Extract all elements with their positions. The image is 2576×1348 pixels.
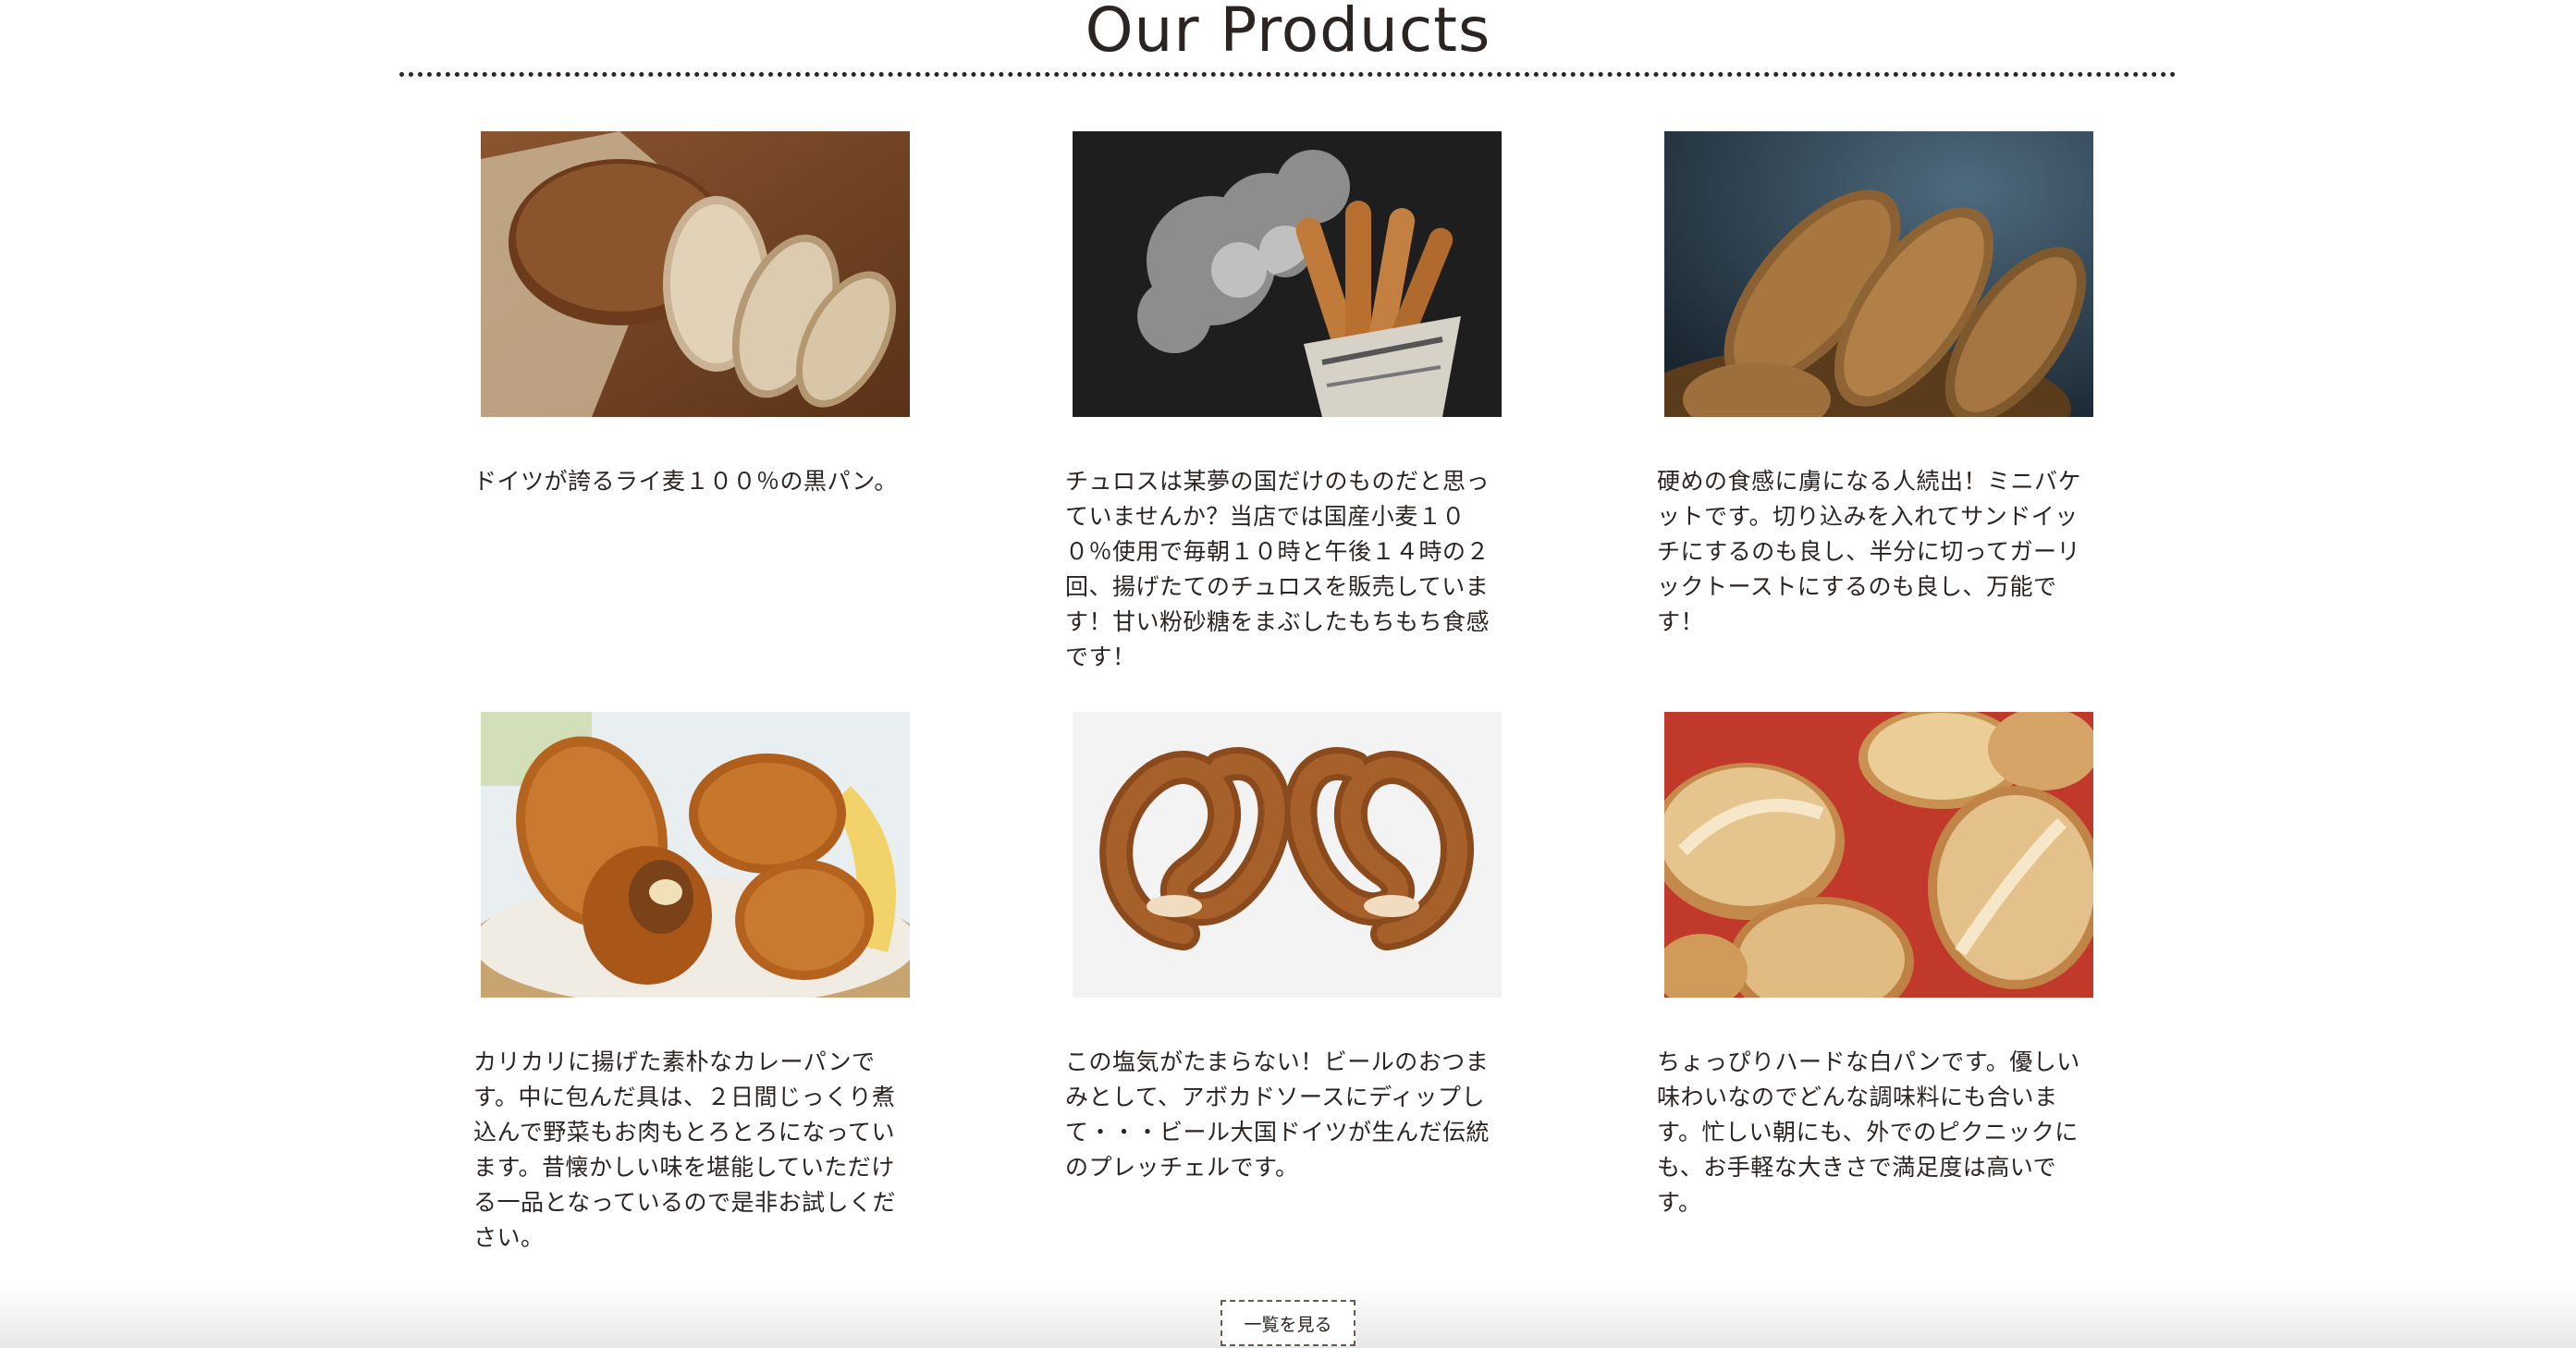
product-card: カリカリに揚げた素朴なカレーパンです。中に包んだ具は、２日間じっくり煮込んで野菜… <box>473 712 910 1256</box>
product-card: ちょっぴりハードな白パンです。優しい味わいなのでどんな調味料にも合います。忙しい… <box>1657 712 2093 1220</box>
product-card: チュロスは某夢の国だけのものだと思っていませんか？当店では国産小麦１００％使用で… <box>1065 131 1502 675</box>
rye-bread-photo[interactable] <box>481 131 910 417</box>
curry-bread-photo[interactable] <box>481 712 910 998</box>
mini-baguette-photo[interactable] <box>1664 131 2093 417</box>
section-title: Our Products <box>1085 0 1491 66</box>
product-description: カリカリに揚げた素朴なカレーパンです。中に包んだ具は、２日間じっくり煮込んで野菜… <box>473 1048 897 1251</box>
product-card: 硬めの食感に虜になる人続出！ミニバケットです。切り込みを入れてサンドイッチにする… <box>1657 131 2093 640</box>
churros-photo[interactable] <box>1073 131 1502 417</box>
pretzel-photo[interactable] <box>1073 712 1502 998</box>
white-bread-rolls-photo[interactable] <box>1664 712 2093 998</box>
product-card: ドイツが誇るライ麦１００％の黒パン。 <box>473 131 910 499</box>
product-card: この塩気がたまらない！ビールのおつまみとして、アボカドソースにディップして・・・… <box>1065 712 1502 1185</box>
product-description: ちょっぴりハードな白パンです。優しい味わいなのでどんな調味料にも合います。忙しい… <box>1657 1048 2080 1216</box>
products-section: Our Products ドイツが誇るライ麦１００％の黒パン。 チュロスは某夢の… <box>0 0 2576 1348</box>
view-all-button[interactable]: 一覧を見る <box>1221 1300 1355 1346</box>
product-description: この塩気がたまらない！ビールのおつまみとして、アボカドソースにディップして・・・… <box>1065 1048 1490 1181</box>
title-divider <box>399 72 2177 77</box>
product-description: ドイツが誇るライ麦１００％の黒パン。 <box>473 468 898 495</box>
product-description: チュロスは某夢の国だけのものだと思っていませんか？当店では国産小麦１００％使用で… <box>1065 468 1490 670</box>
product-description: 硬めの食感に虜になる人続出！ミニバケットです。切り込みを入れてサンドイッチにする… <box>1657 468 2082 635</box>
